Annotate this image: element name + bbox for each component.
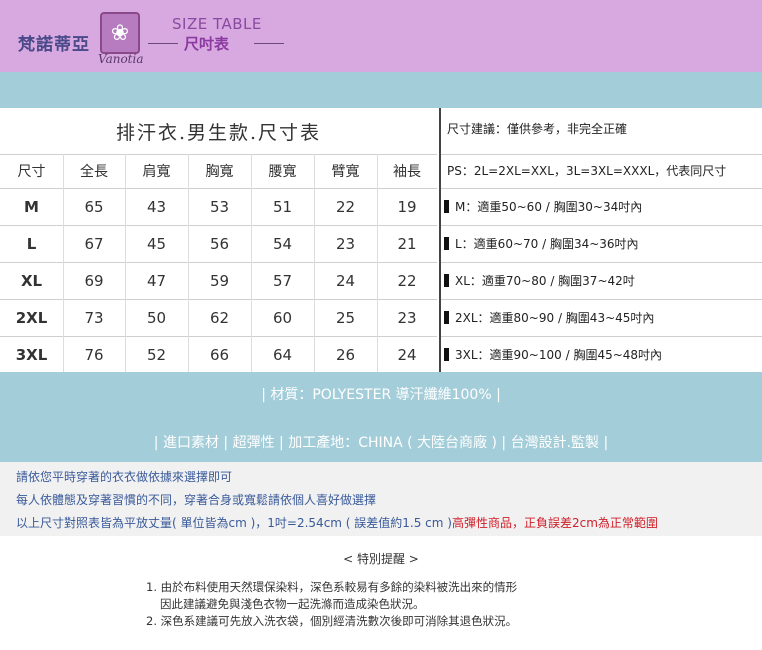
column-header: 袖長 bbox=[393, 164, 421, 180]
table-cell: 52 bbox=[146, 345, 167, 364]
reminder-item-2: 2. 深色系建議可先放入洗衣袋，個別經清洗數次後即可消除其退色狀況。 bbox=[146, 614, 518, 628]
bullet-bar-icon bbox=[444, 200, 449, 213]
note-line-3: 以上尺寸對照表皆為平放丈量( 單位皆為cm )，1吋=2.54cm ( 誤差值約… bbox=[16, 514, 658, 531]
table-cell: 67 bbox=[84, 234, 104, 253]
fit-text: 3XL：適重90~100 / 胸圍45~48吋內 bbox=[455, 348, 663, 362]
title-dash-right bbox=[254, 43, 284, 44]
fit-text: L：適重60~70 / 胸圍34~36吋內 bbox=[455, 237, 639, 251]
table-cell: 56 bbox=[209, 234, 230, 253]
table-cell: 23 bbox=[335, 234, 356, 253]
size-label: L bbox=[26, 234, 37, 253]
table-cell: 69 bbox=[84, 271, 104, 290]
table-cell: 25 bbox=[335, 308, 356, 327]
size-table-title-cn: 尺吋表 bbox=[184, 35, 230, 53]
table-cell: 45 bbox=[146, 234, 167, 253]
notes-rule bbox=[441, 154, 762, 155]
column-header: 全長 bbox=[80, 164, 108, 180]
column-divider bbox=[377, 154, 378, 373]
bullet-bar-icon bbox=[444, 237, 449, 250]
table-cell: 47 bbox=[146, 271, 167, 290]
table-cell: 62 bbox=[209, 308, 230, 327]
note-line-3-red: 高彈性商品，正負誤差2cm為正常範圍 bbox=[451, 516, 658, 530]
table-cell: 24 bbox=[397, 345, 417, 364]
top-band bbox=[0, 72, 762, 108]
table-title: 排汗衣.男生款.尺寸表 bbox=[115, 121, 322, 144]
table-cell: 23 bbox=[397, 308, 417, 327]
size-label: XL bbox=[20, 271, 43, 290]
note-line-1: 請依您平時穿著的衣衣做依據來選擇即可 bbox=[16, 470, 233, 484]
fit-row: 2XL：適重80~90 / 胸圍43~45吋內 bbox=[444, 299, 654, 336]
table-cell: 64 bbox=[272, 345, 293, 364]
title-dash-left bbox=[148, 43, 178, 44]
bullet-bar-icon bbox=[444, 348, 449, 361]
table-cell: 73 bbox=[84, 308, 104, 327]
fit-row: XL：適重70~80 / 胸圍37~42吋 bbox=[444, 262, 635, 299]
bullet-bar-icon bbox=[444, 311, 449, 324]
note-line-3-blue: 以上尺寸對照表皆為平放丈量( 單位皆為cm )，1吋=2.54cm ( 誤差值約… bbox=[16, 516, 452, 530]
table-cell: 43 bbox=[146, 197, 167, 216]
table-divider bbox=[439, 108, 441, 372]
fit-row: 3XL：適重90~100 / 胸圍45~48吋內 bbox=[444, 336, 662, 373]
table-cell: 24 bbox=[335, 271, 356, 290]
column-divider bbox=[251, 154, 252, 373]
table-cell: 22 bbox=[397, 271, 417, 290]
fit-row: L：適重60~70 / 胸圍34~36吋內 bbox=[444, 225, 639, 262]
size-label: 2XL bbox=[15, 308, 48, 327]
table-cell: 50 bbox=[146, 308, 167, 327]
size-label: M bbox=[24, 197, 39, 216]
table-cell: 19 bbox=[397, 197, 417, 216]
table-cell: 21 bbox=[397, 234, 417, 253]
brand-name-en: Vanotia bbox=[98, 52, 144, 66]
bullet-bar-icon bbox=[444, 274, 449, 287]
material-text: | 材質：POLYESTER 導汗纖維100% | bbox=[261, 387, 501, 403]
column-divider bbox=[125, 154, 126, 373]
column-header: 肩寬 bbox=[142, 164, 171, 180]
table-cell: 51 bbox=[272, 197, 293, 216]
column-divider bbox=[188, 154, 189, 373]
fit-row: M：適重50~60 / 胸圍30~34吋內 bbox=[444, 188, 642, 225]
brand-name-cn: 梵諾蒂亞 bbox=[18, 35, 90, 55]
features-text: | 進口素材 | 超彈性 | 加工產地：CHINA ( 大陸台商廠 ) | 台灣… bbox=[153, 435, 609, 451]
column-divider bbox=[63, 154, 64, 373]
table-cell: 65 bbox=[84, 197, 104, 216]
column-header: 臂寬 bbox=[331, 164, 360, 180]
column-header: 胸寬 bbox=[205, 164, 234, 180]
table-cell: 66 bbox=[209, 345, 230, 364]
flower-emblem-icon: ❀ bbox=[100, 12, 140, 54]
table-cell: 53 bbox=[209, 197, 230, 216]
table-cell: 26 bbox=[335, 345, 356, 364]
column-header: 腰寬 bbox=[268, 164, 297, 180]
fit-text: XL：適重70~80 / 胸圍37~42吋 bbox=[455, 274, 635, 288]
note-line-2: 每人依體態及穿著習慣的不同，穿著合身或寬鬆請依個人喜好做選擇 bbox=[16, 493, 377, 507]
table-cell: 22 bbox=[335, 197, 356, 216]
column-header: 尺寸 bbox=[17, 164, 46, 180]
size-label: 3XL bbox=[15, 345, 48, 364]
size-table-title-en: SIZE TABLE bbox=[172, 15, 262, 33]
reminder-item-1b: 因此建議避免與淺色衣物一起洗滌而造成染色狀況。 bbox=[160, 597, 425, 611]
column-divider bbox=[314, 154, 315, 373]
size-advice-heading: 尺寸建議：僅供參考，非完全正確 bbox=[447, 122, 628, 136]
table-cell: 54 bbox=[272, 234, 293, 253]
table-cell: 59 bbox=[209, 271, 230, 290]
reminder-title: < 特別提醒 > bbox=[343, 552, 419, 566]
table-cell: 60 bbox=[272, 308, 293, 327]
fit-text: M：適重50~60 / 胸圍30~34吋內 bbox=[455, 200, 643, 214]
table-cell: 57 bbox=[272, 271, 293, 290]
fit-text: 2XL：適重80~90 / 胸圍43~45吋內 bbox=[455, 311, 655, 325]
size-equivalence-note: PS：2L=2XL=XXL，3L=3XL=XXXL，代表同尺寸 bbox=[447, 164, 727, 178]
table-cell: 76 bbox=[84, 345, 104, 364]
reminder-item-1a: 1. 由於布料使用天然環保染料，深色系較易有多餘的染料被洗出來的情形 bbox=[146, 580, 518, 594]
